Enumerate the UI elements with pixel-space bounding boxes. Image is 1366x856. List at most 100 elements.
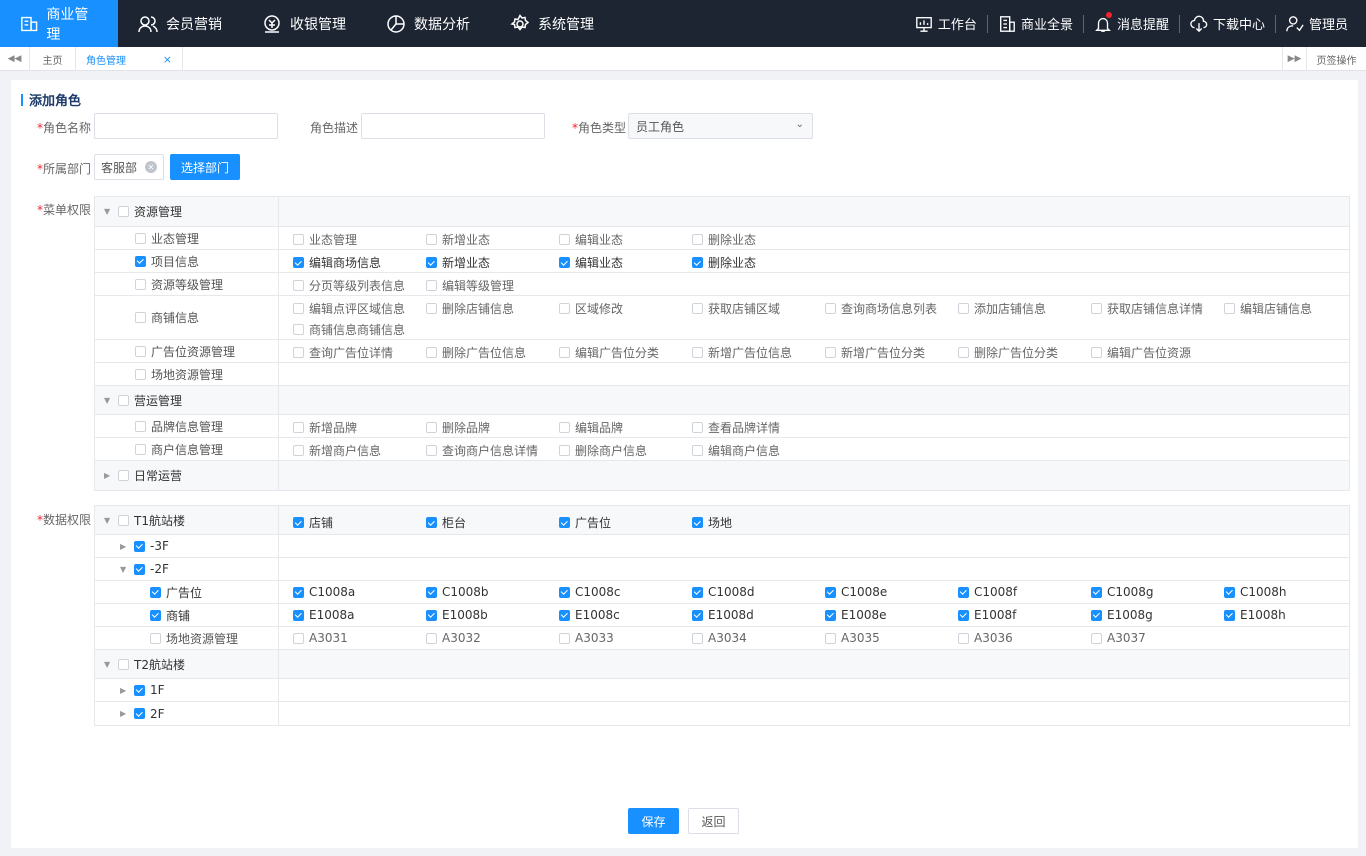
perm-item[interactable]: 编辑广告位分类 (559, 344, 659, 361)
perm-item[interactable]: 查询商场信息列表 (825, 300, 937, 317)
perm-item[interactable]: 编辑点评区域信息 (293, 300, 405, 317)
perm-item[interactable]: 场地 (692, 514, 732, 531)
perm-item[interactable]: 查询广告位详情 (293, 344, 393, 361)
checkbox[interactable] (135, 278, 146, 290)
perm-item[interactable]: A3037 (1091, 631, 1146, 645)
tab-home[interactable]: 主页 (30, 47, 76, 71)
perm-item[interactable]: 分页等级列表信息 (293, 277, 405, 294)
checkbox[interactable] (150, 586, 161, 598)
perm-item[interactable]: 删除业态 (692, 231, 756, 248)
checkbox[interactable] (135, 345, 146, 357)
checkbox[interactable] (118, 394, 129, 406)
nav-cashier-management[interactable]: 收银管理 (242, 0, 366, 47)
close-icon[interactable]: × (163, 53, 172, 66)
perm-item[interactable]: 编辑业态 (559, 254, 623, 271)
perm-item[interactable]: 编辑广告位资源 (1091, 344, 1191, 361)
save-button[interactable]: 保存 (628, 808, 679, 834)
checkbox[interactable] (134, 708, 145, 719)
role-type-select[interactable]: 员工角色 ⌄ (628, 113, 813, 139)
tab-role-management[interactable]: 角色管理 × (76, 47, 183, 71)
perm-item[interactable]: 编辑商场信息 (293, 254, 381, 271)
checkbox[interactable] (135, 255, 146, 267)
perm-item[interactable]: E1008h (1224, 608, 1286, 622)
perm-item[interactable]: C1008d (692, 585, 755, 599)
perm-item[interactable]: E1008g (1091, 608, 1153, 622)
perm-item[interactable]: 添加店铺信息 (958, 300, 1046, 317)
perm-item[interactable]: 删除广告位分类 (958, 344, 1058, 361)
nav-notifications[interactable]: 消息提醒 (1084, 12, 1179, 33)
perm-item[interactable]: C1008b (426, 585, 489, 599)
caret-right-icon[interactable]: ▶ (120, 542, 134, 551)
perm-item[interactable]: E1008f (958, 608, 1016, 622)
perm-item[interactable]: E1008c (559, 608, 620, 622)
checkbox[interactable] (150, 609, 161, 621)
perm-item[interactable]: 新增广告位信息 (692, 344, 792, 361)
perm-item[interactable]: E1008b (426, 608, 488, 622)
perm-item[interactable]: A3032 (426, 631, 481, 645)
checkbox[interactable] (134, 684, 145, 696)
checkbox[interactable] (135, 368, 146, 380)
perm-item[interactable]: A3033 (559, 631, 614, 645)
tab-operations[interactable]: 页签操作 (1306, 47, 1366, 71)
caret-right-icon[interactable]: ▶ (104, 471, 118, 480)
checkbox[interactable] (134, 563, 145, 575)
perm-item[interactable]: E1008e (825, 608, 887, 622)
perm-item[interactable]: 广告位 (559, 514, 611, 531)
perm-item[interactable]: 商铺信息商铺信息 (293, 321, 405, 338)
perm-item[interactable]: C1008f (958, 585, 1017, 599)
perm-item[interactable]: 编辑业态 (559, 231, 623, 248)
perm-item[interactable]: 新增品牌 (293, 419, 357, 436)
perm-item[interactable]: 新增广告位分类 (825, 344, 925, 361)
perm-item[interactable]: 查看品牌详情 (692, 419, 780, 436)
perm-item[interactable]: 店铺 (293, 514, 333, 531)
perm-item[interactable]: A3031 (293, 631, 348, 645)
nav-member-marketing[interactable]: 会员营销 (118, 0, 242, 47)
nav-data-analysis[interactable]: 数据分析 (366, 0, 490, 47)
tab-scroll-right-icon[interactable]: ▶▶ (1282, 47, 1306, 71)
perm-item[interactable]: C1008a (293, 585, 355, 599)
perm-item[interactable]: 编辑等级管理 (426, 277, 514, 294)
perm-item[interactable]: 删除品牌 (426, 419, 490, 436)
perm-item[interactable]: A3036 (958, 631, 1013, 645)
checkbox[interactable] (118, 206, 129, 217)
choose-dept-button[interactable]: 选择部门 (170, 154, 240, 180)
perm-item[interactable]: 删除店铺信息 (426, 300, 514, 317)
perm-item[interactable]: 编辑店铺信息 (1224, 300, 1312, 317)
checkbox[interactable] (118, 658, 129, 670)
perm-item[interactable]: A3035 (825, 631, 880, 645)
caret-down-icon[interactable]: ▼ (104, 207, 118, 216)
checkbox[interactable] (118, 514, 129, 526)
nav-download-center[interactable]: 下载中心 (1180, 14, 1275, 33)
perm-item[interactable]: 删除商户信息 (559, 442, 647, 459)
checkbox[interactable] (135, 443, 146, 455)
checkbox[interactable] (135, 312, 146, 323)
perm-item[interactable]: 获取店铺区域 (692, 300, 780, 317)
role-name-input[interactable] (94, 113, 278, 139)
checkbox[interactable] (135, 232, 146, 244)
caret-down-icon[interactable]: ▼ (104, 396, 118, 405)
checkbox[interactable] (135, 420, 146, 432)
back-button[interactable]: 返回 (688, 808, 739, 834)
perm-item[interactable]: 获取店铺信息详情 (1091, 300, 1203, 317)
perm-item[interactable]: E1008d (692, 608, 754, 622)
perm-item[interactable]: C1008e (825, 585, 887, 599)
clear-icon[interactable]: ✕ (145, 161, 157, 173)
perm-item[interactable]: C1008g (1091, 585, 1154, 599)
nav-workbench[interactable]: 工作台 (905, 14, 987, 33)
checkbox[interactable] (118, 470, 129, 481)
perm-item[interactable]: E1008a (293, 608, 354, 622)
perm-item[interactable]: 柜台 (426, 514, 466, 531)
caret-right-icon[interactable]: ▶ (120, 686, 134, 695)
nav-business-overview[interactable]: 商业全景 (988, 14, 1083, 33)
nav-user-menu[interactable]: 管理员 (1276, 14, 1366, 33)
perm-item[interactable]: 业态管理 (293, 231, 357, 248)
perm-item[interactable]: 区域修改 (559, 300, 623, 317)
perm-item[interactable]: 新增业态 (426, 231, 490, 248)
tab-scroll-left-icon[interactable]: ◀◀ (0, 47, 30, 71)
perm-item[interactable]: A3034 (692, 631, 747, 645)
perm-item[interactable]: C1008h (1224, 585, 1287, 599)
caret-down-icon[interactable]: ▼ (120, 565, 134, 574)
perm-item[interactable]: 删除业态 (692, 254, 756, 271)
perm-item[interactable]: C1008c (559, 585, 621, 599)
checkbox[interactable] (150, 632, 161, 644)
